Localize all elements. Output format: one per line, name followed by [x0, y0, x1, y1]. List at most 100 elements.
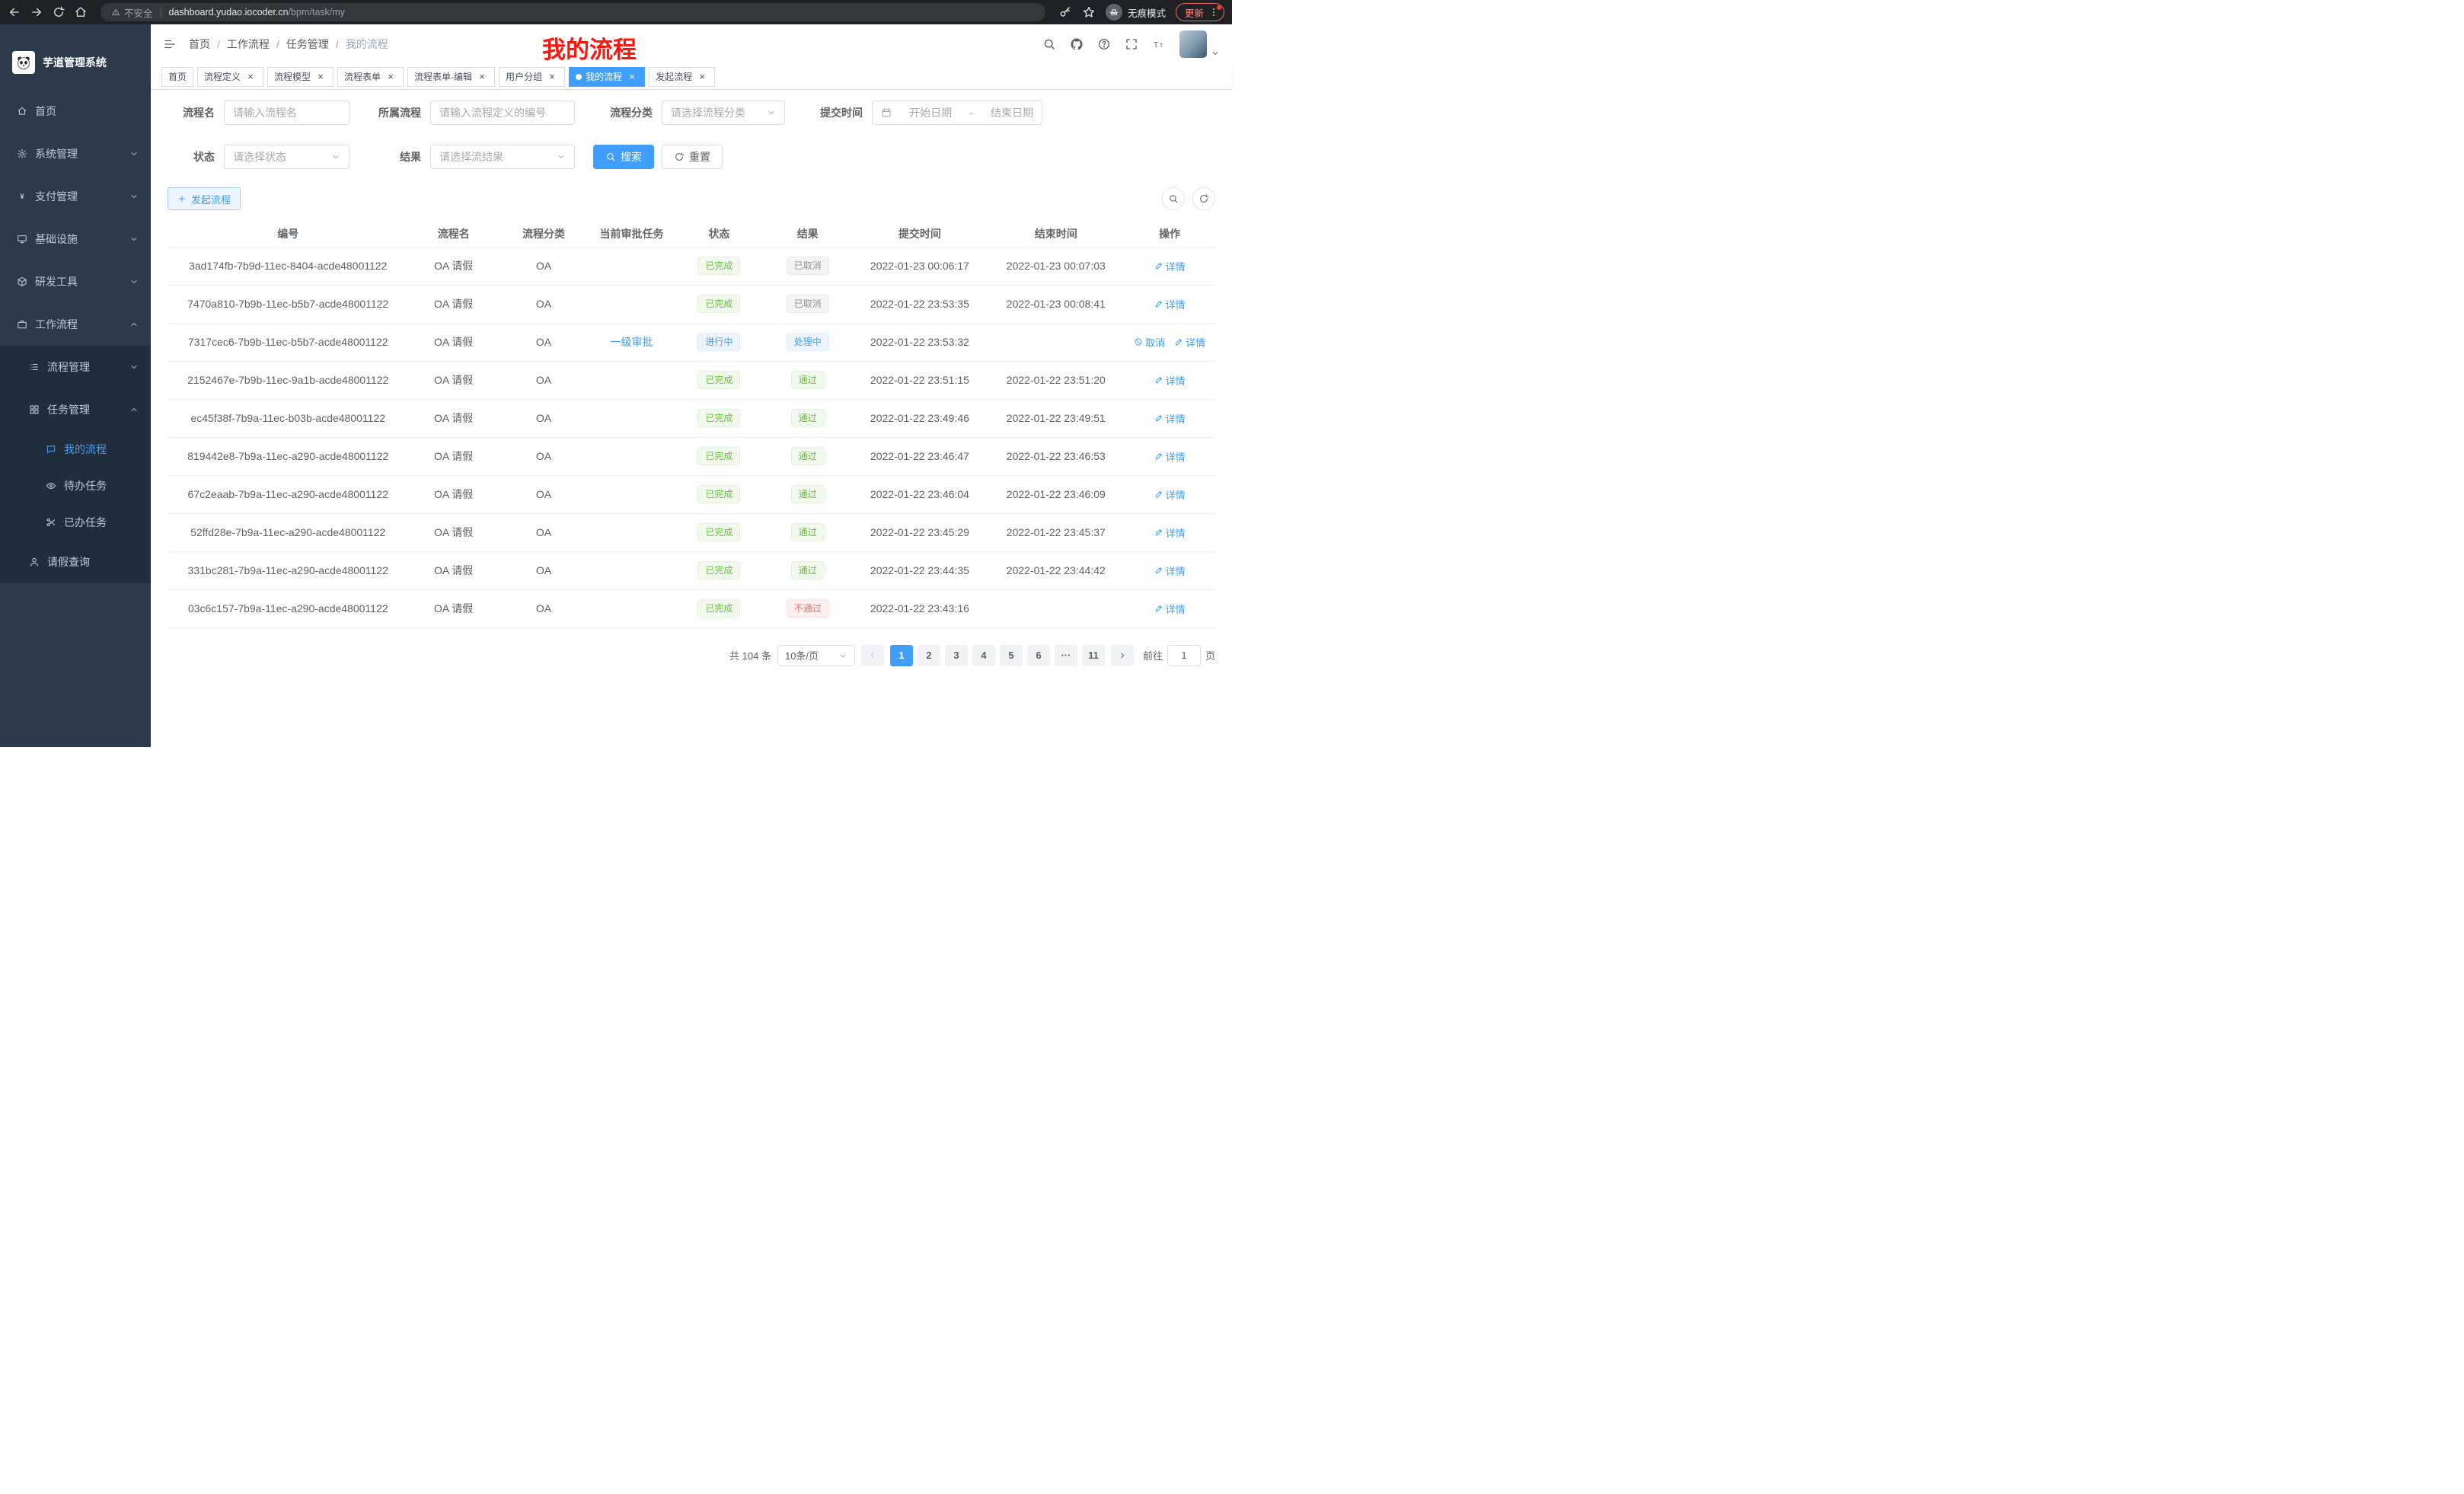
- browser-back-icon[interactable]: [8, 5, 21, 19]
- actions-cell: 取消详情: [1124, 323, 1215, 361]
- pagination-page-4[interactable]: 4: [972, 645, 995, 666]
- sidebar-item-task-management[interactable]: 任务管理: [0, 388, 151, 431]
- refresh-table-button[interactable]: [1192, 187, 1215, 210]
- sidebar-item-done-task[interactable]: 已办任务: [0, 504, 151, 541]
- create-process-button[interactable]: 发起流程: [168, 187, 241, 210]
- user-menu[interactable]: [1179, 30, 1220, 58]
- approval-task-link[interactable]: 一级审批: [611, 334, 653, 350]
- close-icon[interactable]: ×: [626, 71, 638, 83]
- close-icon[interactable]: ×: [476, 71, 488, 83]
- address-bar[interactable]: 不安全 dashboard.yudao.iocoder.cn/bpm/task/…: [101, 3, 1045, 21]
- status-select[interactable]: 请选择状态: [224, 145, 349, 169]
- gear-icon: [17, 148, 27, 159]
- browser-home-icon[interactable]: [74, 5, 88, 19]
- breadcrumb-item[interactable]: 首页: [189, 37, 210, 52]
- status-cell: 已完成: [675, 437, 764, 475]
- sidebar-item-infra[interactable]: 基础设施: [0, 218, 151, 260]
- next-page-button[interactable]: [1111, 645, 1134, 666]
- tab-process-model[interactable]: 流程模型 ×: [267, 67, 334, 87]
- close-icon[interactable]: ×: [546, 71, 558, 83]
- cancel-link[interactable]: 取消: [1134, 335, 1165, 350]
- sidebar-item-workflow[interactable]: 工作流程: [0, 303, 151, 346]
- toggle-search-button[interactable]: [1162, 187, 1185, 210]
- tab-home[interactable]: 首页: [161, 67, 193, 87]
- id-cell: 331bc281-7b9a-11ec-a290-acde48001122: [168, 551, 408, 589]
- fullscreen-icon[interactable]: [1125, 37, 1138, 51]
- process-name-input[interactable]: [224, 101, 349, 125]
- category-cell: OA: [499, 551, 589, 589]
- task-cell: [589, 247, 675, 285]
- sidebar-item-my-process[interactable]: 我的流程: [0, 431, 151, 468]
- result-select[interactable]: 请选择流结果: [430, 145, 575, 169]
- submit-time-range-picker[interactable]: 开始日期 - 结束日期: [872, 101, 1042, 125]
- sidebar-item-devtools[interactable]: 研发工具: [0, 260, 151, 303]
- detail-link[interactable]: 详情: [1154, 525, 1186, 540]
- detail-link[interactable]: 详情: [1154, 297, 1186, 311]
- pagination-page-6[interactable]: 6: [1027, 645, 1050, 666]
- pagination-page-3[interactable]: 3: [945, 645, 968, 666]
- close-icon[interactable]: ×: [244, 71, 257, 83]
- sidebar-toggle-icon[interactable]: [163, 37, 177, 51]
- result-tag: 通过: [791, 523, 825, 541]
- goto-page-input[interactable]: [1167, 645, 1201, 666]
- pagination-page-2[interactable]: 2: [918, 645, 940, 666]
- password-manager-icon[interactable]: [1058, 5, 1072, 19]
- search-button[interactable]: 搜索: [593, 145, 654, 169]
- process-def-input[interactable]: [430, 101, 575, 125]
- pagination-page-1[interactable]: 1: [890, 645, 913, 666]
- sidebar-item-todo-task[interactable]: 待办任务: [0, 468, 151, 504]
- chevron-up-icon: [129, 405, 139, 414]
- pagination-page-5[interactable]: 5: [1000, 645, 1023, 666]
- help-icon[interactable]: [1097, 37, 1111, 51]
- close-icon[interactable]: ×: [696, 71, 708, 83]
- close-icon[interactable]: ×: [385, 71, 397, 83]
- detail-link[interactable]: 详情: [1154, 373, 1186, 388]
- security-chip[interactable]: 不安全: [111, 5, 153, 20]
- pagination-page-11[interactable]: 11: [1082, 645, 1105, 666]
- breadcrumb-item[interactable]: 工作流程: [227, 37, 270, 52]
- font-size-icon[interactable]: TT: [1152, 37, 1166, 51]
- id-cell: 819442e8-7b9a-11ec-a290-acde48001122: [168, 437, 408, 475]
- browser-forward-icon[interactable]: [30, 5, 43, 19]
- status-cell: 已完成: [675, 399, 764, 437]
- status-cell: 已完成: [675, 513, 764, 551]
- pagination-more[interactable]: ···: [1055, 645, 1077, 666]
- detail-link[interactable]: 详情: [1154, 259, 1186, 273]
- tab-my-process[interactable]: 我的流程 ×: [569, 67, 645, 87]
- column-header: 结果: [764, 221, 852, 247]
- detail-link[interactable]: 详情: [1154, 602, 1186, 616]
- browser-update-menu-button[interactable]: 更新: [1176, 3, 1224, 21]
- status-tag: 已完成: [697, 257, 740, 275]
- detail-link[interactable]: 详情: [1154, 411, 1186, 426]
- category-select[interactable]: 请选择流程分类: [662, 101, 785, 125]
- sidebar-item-system[interactable]: 系统管理: [0, 132, 151, 175]
- browser-reload-icon[interactable]: [52, 5, 65, 19]
- header-search-icon[interactable]: [1042, 37, 1056, 51]
- avatar[interactable]: [1179, 30, 1207, 58]
- chevron-down-icon: [767, 108, 776, 117]
- tab-user-group[interactable]: 用户分组 ×: [499, 67, 565, 87]
- prev-page-button[interactable]: [861, 645, 884, 666]
- tab-process-definition[interactable]: 流程定义 ×: [197, 67, 263, 87]
- detail-link[interactable]: 详情: [1154, 449, 1186, 464]
- detail-link[interactable]: 详情: [1174, 335, 1205, 350]
- close-icon[interactable]: ×: [314, 71, 327, 83]
- sidebar-item-process-management[interactable]: 流程管理: [0, 346, 151, 388]
- detail-link[interactable]: 详情: [1154, 563, 1186, 578]
- bookmark-star-icon[interactable]: [1082, 5, 1096, 19]
- svg-text:¥: ¥: [20, 193, 24, 200]
- tab-process-form-edit[interactable]: 流程表单-编辑 ×: [407, 67, 495, 87]
- github-icon[interactable]: [1070, 37, 1084, 51]
- sidebar-item-leave-query[interactable]: 请假查询: [0, 541, 151, 583]
- sidebar-item-home[interactable]: 首页: [0, 90, 151, 132]
- breadcrumb-item[interactable]: 任务管理: [286, 37, 329, 52]
- user-caret-icon[interactable]: [1211, 49, 1220, 58]
- page-size-select[interactable]: 10条/页: [777, 645, 855, 666]
- tab-initiate-process[interactable]: 发起流程 ×: [649, 67, 715, 87]
- tab-process-form[interactable]: 流程表单 ×: [337, 67, 404, 87]
- sidebar-item-payment[interactable]: ¥ 支付管理: [0, 175, 151, 218]
- app-logo[interactable]: 芋道管理系统: [0, 24, 151, 90]
- detail-link[interactable]: 详情: [1154, 487, 1186, 502]
- not-secure-icon: [111, 8, 120, 17]
- reset-button[interactable]: 重置: [662, 145, 723, 169]
